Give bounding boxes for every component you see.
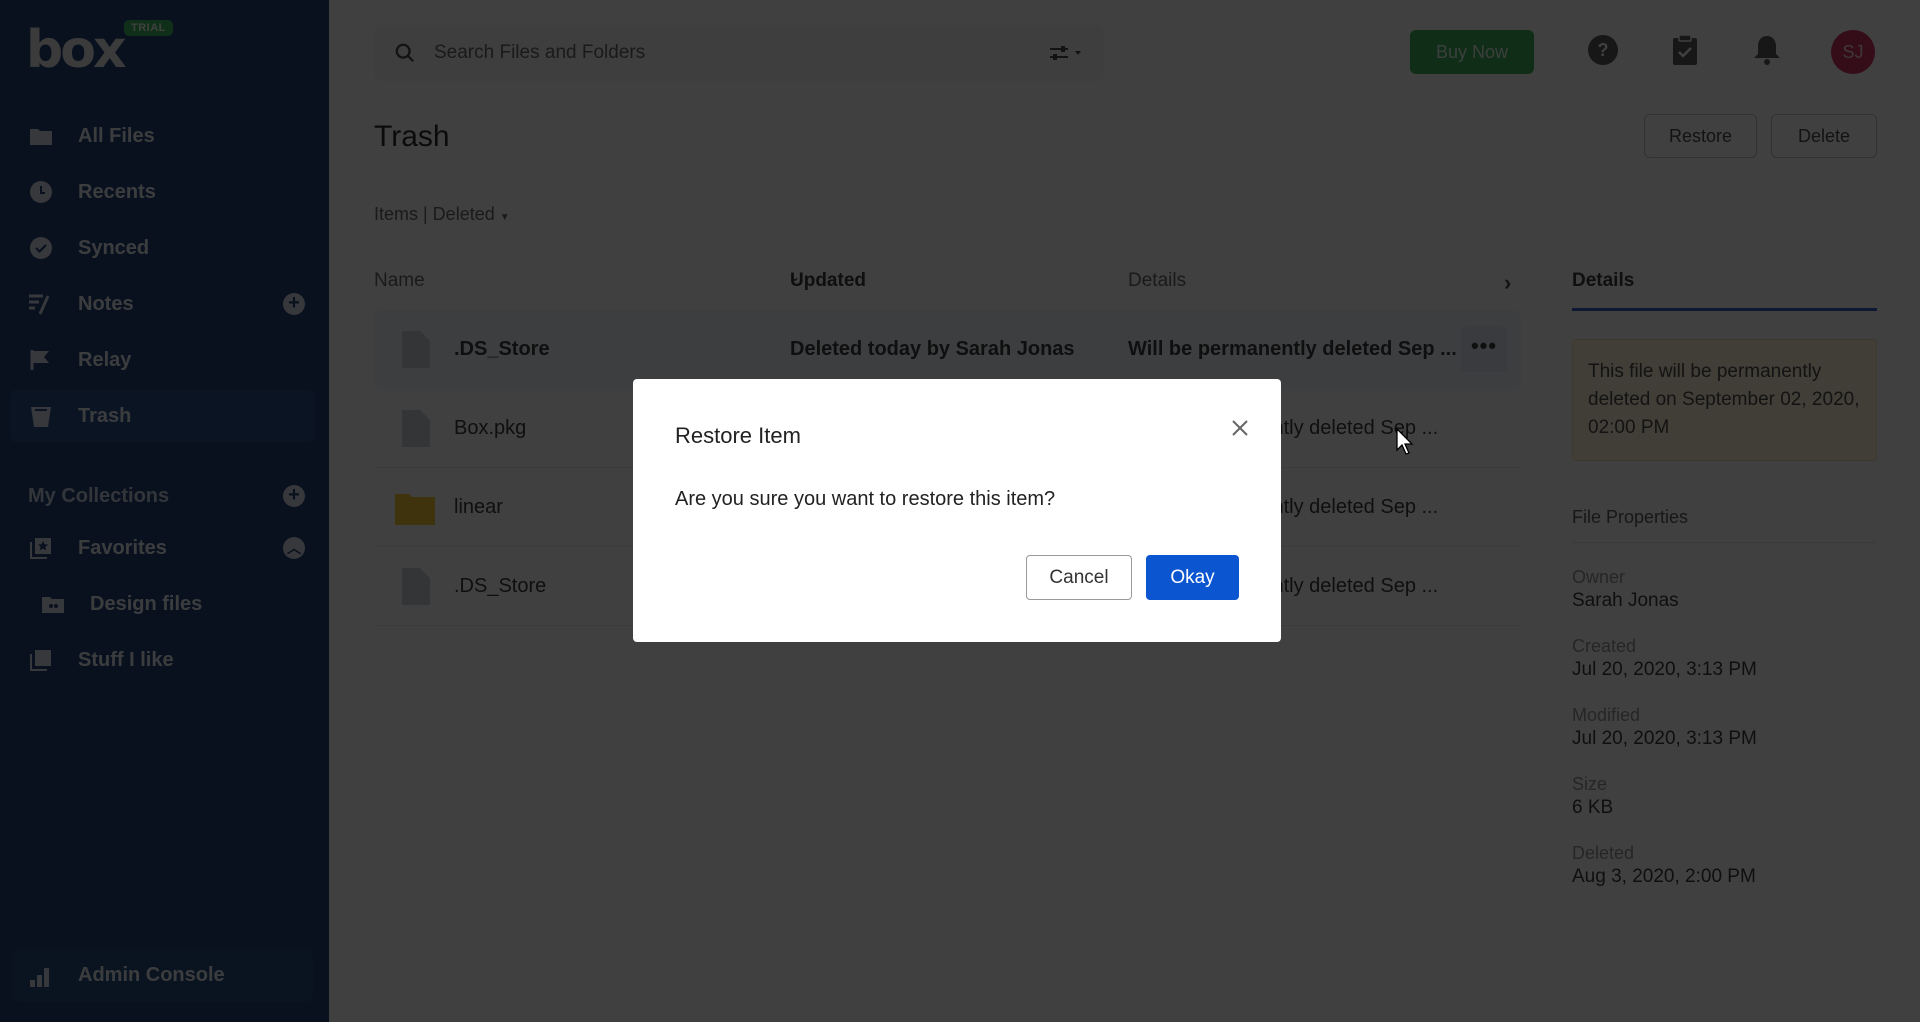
okay-button[interactable]: Okay <box>1146 555 1239 600</box>
dialog-title: Restore Item <box>675 423 801 448</box>
dialog-message: Are you sure you want to restore this it… <box>675 488 1056 510</box>
cancel-button[interactable]: Cancel <box>1026 555 1132 600</box>
restore-item-dialog: Restore Item Are you sure you want to re… <box>633 379 1281 642</box>
mouse-cursor-icon <box>1396 428 1414 455</box>
close-icon[interactable] <box>1225 413 1255 443</box>
